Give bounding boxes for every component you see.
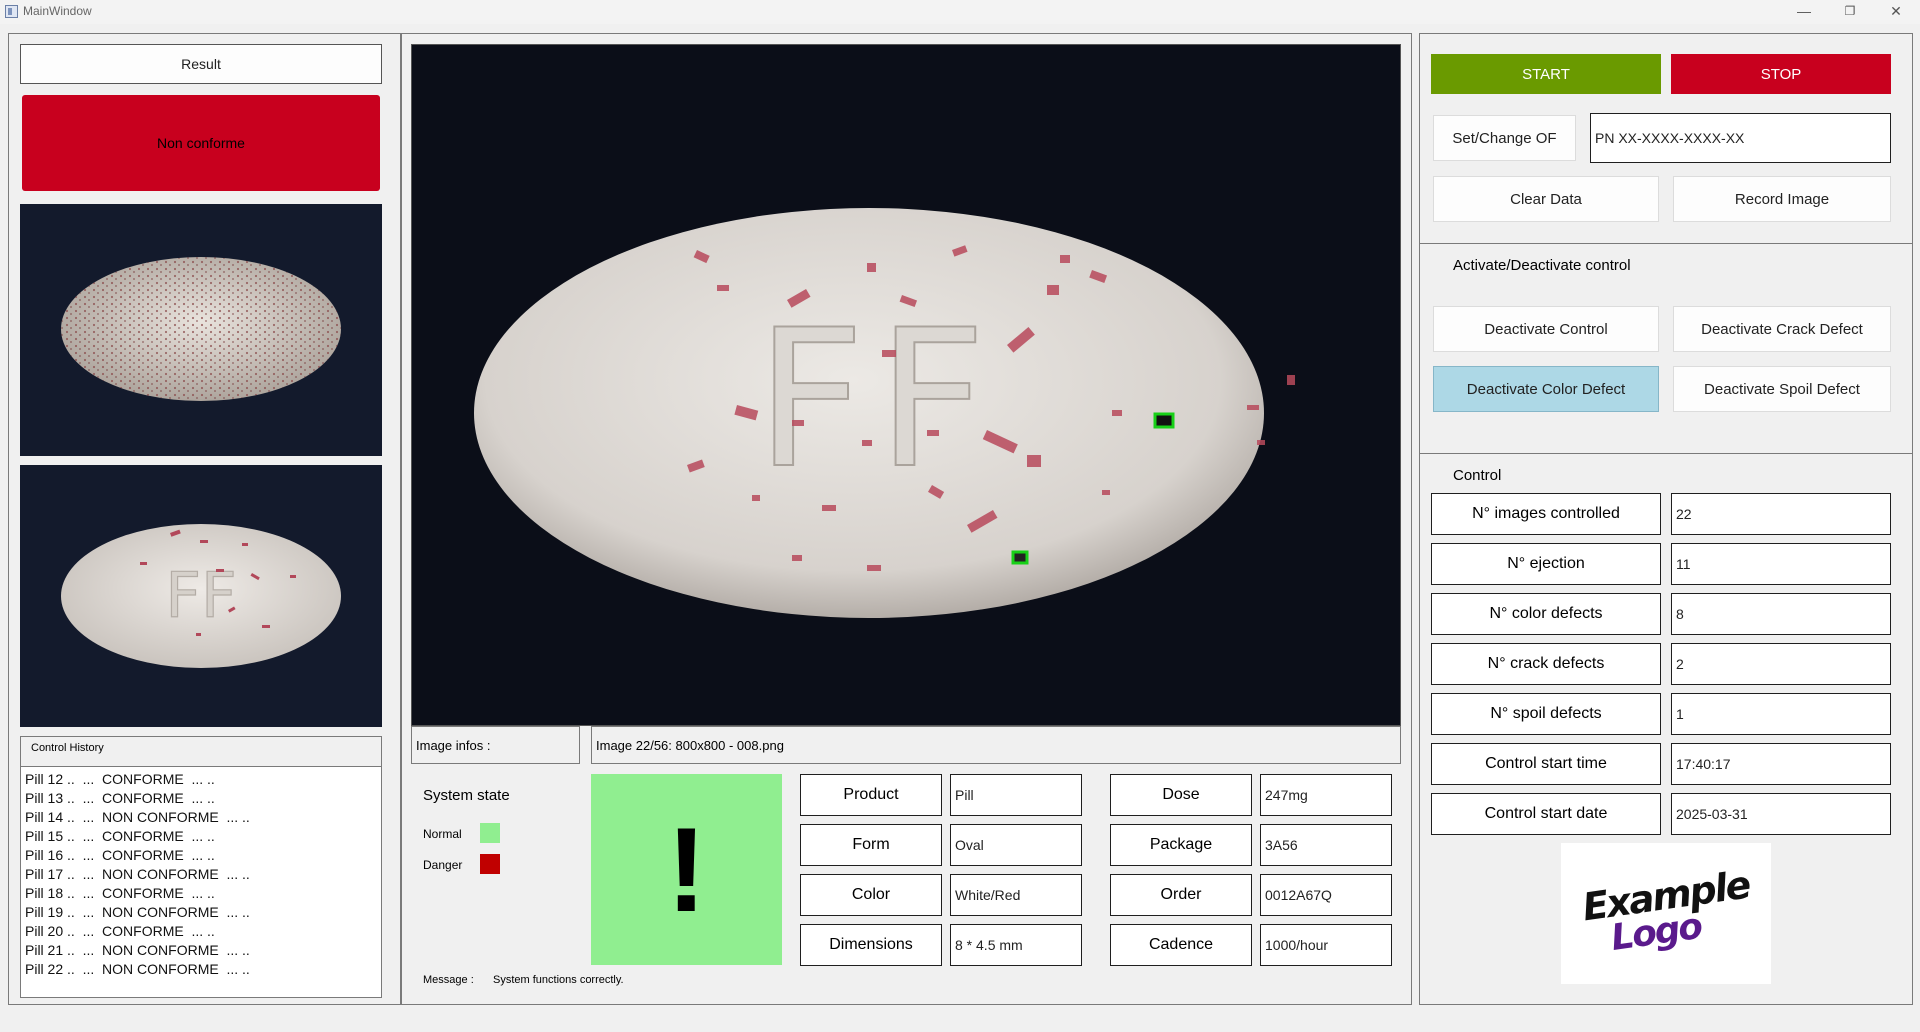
danger-indicator xyxy=(480,854,500,874)
info-value-package: 3A56 xyxy=(1260,824,1392,866)
main-inspection-image[interactable]: FF xyxy=(411,44,1401,726)
history-item[interactable]: Pill 16 .. ... CONFORME ... .. xyxy=(25,846,375,865)
image-infos-label: Image infos : xyxy=(411,726,580,764)
stat-label: N° crack defects xyxy=(1431,643,1661,685)
info-label-color: Color xyxy=(800,874,942,916)
message-label: Message : xyxy=(423,974,474,986)
image-infos-value: Image 22/56: 800x800 - 008.png xyxy=(591,726,1401,764)
alert-indicator: ! xyxy=(591,774,782,965)
stat-value: 11 xyxy=(1671,543,1891,585)
stat-value: 8 xyxy=(1671,593,1891,635)
stat-value: 1 xyxy=(1671,693,1891,735)
danger-label: Danger xyxy=(423,858,463,872)
control-history-box: Control History Pill 12 .. ... CONFORME … xyxy=(20,736,382,998)
title-bar: MainWindow — ❐ ✕ xyxy=(0,0,1920,24)
defect-marker-2 xyxy=(1011,550,1029,565)
deactivate-crack-button[interactable]: Deactivate Crack Defect xyxy=(1673,306,1891,352)
stop-button[interactable]: STOP xyxy=(1671,54,1891,94)
stat-label: N° spoil defects xyxy=(1431,693,1661,735)
speckled-pill-image xyxy=(61,257,341,401)
stat-label: N° images controlled xyxy=(1431,493,1661,535)
close-button[interactable]: ✕ xyxy=(1876,0,1916,24)
clear-data-button[interactable]: Clear Data xyxy=(1433,176,1659,222)
company-logo: Example Logo xyxy=(1561,843,1771,984)
history-item[interactable]: Pill 17 .. ... NON CONFORME ... .. xyxy=(25,865,375,884)
info-label-cadence: Cadence xyxy=(1110,924,1252,966)
control-history-list[interactable]: Pill 12 .. ... CONFORME ... .. Pill 13 ..… xyxy=(25,770,375,979)
set-change-of-button[interactable]: Set/Change OF xyxy=(1433,115,1576,161)
normal-label: Normal xyxy=(423,827,462,841)
history-item[interactable]: Pill 15 .. ... CONFORME ... .. xyxy=(25,827,375,846)
minimize-button[interactable]: — xyxy=(1784,0,1824,24)
info-label-dose: Dose xyxy=(1110,774,1252,816)
result-header: Result xyxy=(20,44,382,84)
of-input[interactable]: PN XX-XXXX-XXXX-XX xyxy=(1590,113,1891,163)
ff-pill-image: FF xyxy=(61,524,341,668)
system-state-label: System state xyxy=(423,787,510,804)
history-item[interactable]: Pill 22 .. ... NON CONFORME ... .. xyxy=(25,960,375,979)
stat-label: N° ejection xyxy=(1431,543,1661,585)
history-item[interactable]: Pill 19 .. ... NON CONFORME ... .. xyxy=(25,903,375,922)
message-value: System functions correctly. xyxy=(493,974,624,986)
info-label-product: Product xyxy=(800,774,942,816)
history-item[interactable]: Pill 18 .. ... CONFORME ... .. xyxy=(25,884,375,903)
thumbnail-side-view[interactable]: FF xyxy=(20,465,382,727)
record-image-button[interactable]: Record Image xyxy=(1673,176,1891,222)
info-label-form: Form xyxy=(800,824,942,866)
left-panel: Result Non conforme FF Control History P… xyxy=(8,33,401,1005)
thumbnail-top-view[interactable] xyxy=(20,204,382,456)
window-title: MainWindow xyxy=(23,4,92,18)
info-value-form: Oval xyxy=(950,824,1082,866)
info-value-cadence: 1000/hour xyxy=(1260,924,1392,966)
history-item[interactable]: Pill 21 .. ... NON CONFORME ... .. xyxy=(25,941,375,960)
stat-value: 17:40:17 xyxy=(1671,743,1891,785)
deactivate-control-button[interactable]: Deactivate Control xyxy=(1433,306,1659,352)
pill-marking-large: FF xyxy=(756,289,999,510)
stat-value: 2025-03-31 xyxy=(1671,793,1891,835)
stat-label: Control start time xyxy=(1431,743,1661,785)
control-section-label: Control xyxy=(1453,467,1502,484)
result-status-badge: Non conforme xyxy=(22,95,380,191)
normal-indicator xyxy=(480,823,500,843)
stat-label: Control start date xyxy=(1431,793,1661,835)
info-value-product: Pill xyxy=(950,774,1082,816)
history-item[interactable]: Pill 12 .. ... CONFORME ... .. xyxy=(25,770,375,789)
defect-marker-1 xyxy=(1153,412,1175,429)
info-label-order: Order xyxy=(1110,874,1252,916)
info-value-color: White/Red xyxy=(950,874,1082,916)
history-item[interactable]: Pill 13 .. ... CONFORME ... .. xyxy=(25,789,375,808)
history-item[interactable]: Pill 14 .. ... NON CONFORME ... .. xyxy=(25,808,375,827)
info-label-dimensions: Dimensions xyxy=(800,924,942,966)
info-value-dose: 247mg xyxy=(1260,774,1392,816)
stat-label: N° color defects xyxy=(1431,593,1661,635)
info-label-package: Package xyxy=(1110,824,1252,866)
pill-marking-text: FF xyxy=(165,559,236,632)
info-value-order: 0012A67Q xyxy=(1260,874,1392,916)
control-history-title: Control History xyxy=(31,742,104,754)
history-item[interactable]: Pill 20 .. ... CONFORME ... .. xyxy=(25,922,375,941)
stat-value: 2 xyxy=(1671,643,1891,685)
deactivate-spoil-button[interactable]: Deactivate Spoil Defect xyxy=(1673,366,1891,412)
stat-value: 22 xyxy=(1671,493,1891,535)
start-button[interactable]: START xyxy=(1431,54,1661,94)
right-panel: START STOP Set/Change OF PN XX-XXXX-XXXX… xyxy=(1419,33,1913,1005)
restore-button[interactable]: ❐ xyxy=(1830,0,1870,24)
activate-section-label: Activate/Deactivate control xyxy=(1453,257,1631,274)
main-pill-image: FF xyxy=(474,208,1295,618)
app-window-icon xyxy=(5,5,18,18)
deactivate-color-button[interactable]: Deactivate Color Defect xyxy=(1433,366,1659,412)
center-panel: FF Image infos: Image 22/56: 800x800 - … xyxy=(401,33,1412,1005)
info-value-dimensions: 8 * 4.5 mm xyxy=(950,924,1082,966)
